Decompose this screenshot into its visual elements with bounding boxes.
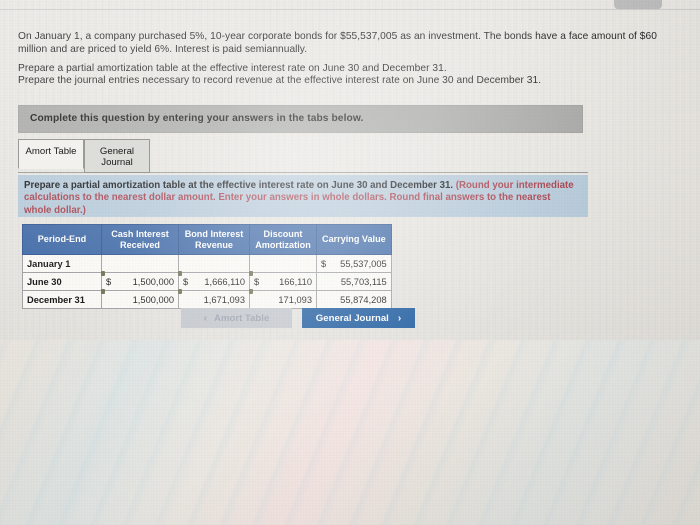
- table-row: June 30 $ 1,500,000 $ 1,666,110 $ 166,11…: [22, 271, 392, 291]
- cell-amount: 1,671,093: [203, 294, 245, 305]
- row-period-label: June 30: [22, 272, 102, 291]
- requirement-main: Prepare a partial amortization table at …: [24, 180, 454, 191]
- header-carrying-value: Carrying Value: [316, 224, 392, 255]
- instruction-banner: Complete this question by entering your …: [18, 105, 583, 133]
- cell-carrying-value: 55,874,208: [316, 290, 392, 309]
- requirement-text: Prepare a partial amortization table at …: [24, 180, 580, 217]
- header-discount-line2: Amortization: [255, 239, 311, 250]
- header-bond-line1: Bond Interest: [184, 229, 244, 239]
- cell-carrying-value: $ 55,537,005: [316, 254, 392, 273]
- next-tab-button-label: General Journal: [315, 312, 389, 324]
- cell-amount: 55,703,115: [340, 276, 387, 287]
- question-content: On January 1, a company purchased 5%, 10…: [0, 0, 700, 525]
- cell-currency-symbol: $: [321, 258, 327, 269]
- header-cash-line2: Received: [120, 239, 160, 250]
- problem-paragraph-1: On January 1, a company purchased 5%, 10…: [18, 31, 657, 56]
- tab-general-journal[interactable]: General Journal: [84, 139, 150, 173]
- row-period-label: January 1: [22, 254, 102, 273]
- cell-amount: 166,110: [279, 276, 312, 287]
- header-period-end: Period-End: [22, 224, 102, 255]
- cell-amount: 55,874,208: [340, 294, 387, 305]
- cell-bond-interest-revenue: [178, 254, 250, 273]
- cell-amount: 1,666,110: [204, 276, 245, 287]
- input-discount-amortization-june[interactable]: $ 166,110: [249, 271, 317, 291]
- chevron-right-icon: ›: [397, 312, 402, 324]
- cell-amount: 1,500,000: [132, 276, 174, 287]
- cell-amount: 55,537,005: [340, 258, 387, 269]
- header-cash-line1: Cash Interest: [111, 229, 169, 239]
- table-row: January 1 $ 55,537,005: [22, 254, 392, 273]
- prev-tab-button-label: Amort Table: [214, 312, 270, 324]
- requirement-panel: Prepare a partial amortization table at …: [18, 175, 588, 217]
- chevron-left-icon: ‹: [203, 312, 208, 324]
- header-bond-interest-revenue: Bond Interest Revenue: [178, 224, 250, 255]
- header-cash-interest-received: Cash Interest Received: [101, 224, 179, 255]
- input-cash-interest-received-june[interactable]: $ 1,500,000: [101, 271, 179, 291]
- prev-tab-button[interactable]: ‹ Amort Table: [181, 308, 292, 328]
- cell-cash-interest-received: [101, 254, 179, 273]
- cell-currency-symbol: $: [106, 276, 112, 287]
- header-discount-line1: Discount: [263, 229, 303, 239]
- table-row: December 31 1,500,000 1,671,093 171,093 …: [22, 289, 392, 309]
- cell-discount-amortization: [249, 254, 317, 273]
- input-cash-interest-received-december[interactable]: 1,500,000: [101, 289, 179, 309]
- cell-amount: 171,093: [278, 294, 312, 305]
- input-bond-interest-revenue-june[interactable]: $ 1,666,110: [178, 271, 250, 291]
- input-discount-amortization-december[interactable]: 171,093: [249, 289, 317, 309]
- cell-currency-symbol: $: [254, 276, 260, 287]
- header-bond-line2: Revenue: [195, 239, 233, 250]
- problem-requirement-2: Prepare the journal entries necessary to…: [18, 75, 542, 86]
- row-period-label: December 31: [22, 290, 102, 309]
- cell-currency-symbol: $: [183, 276, 189, 287]
- instruction-banner-text: Complete this question by entering your …: [30, 113, 364, 124]
- next-tab-button[interactable]: General Journal ›: [302, 308, 415, 328]
- cell-carrying-value: 55,703,115: [316, 272, 392, 291]
- amortization-table: Period-End Cash Interest Received Bond I…: [22, 224, 392, 309]
- header-discount-amortization: Discount Amortization: [249, 224, 317, 255]
- input-bond-interest-revenue-december[interactable]: 1,671,093: [178, 289, 250, 309]
- table-header-row: Period-End Cash Interest Received Bond I…: [22, 224, 392, 255]
- cell-amount: 1,500,000: [132, 294, 174, 305]
- tab-amort-table[interactable]: Amort Table: [18, 139, 84, 169]
